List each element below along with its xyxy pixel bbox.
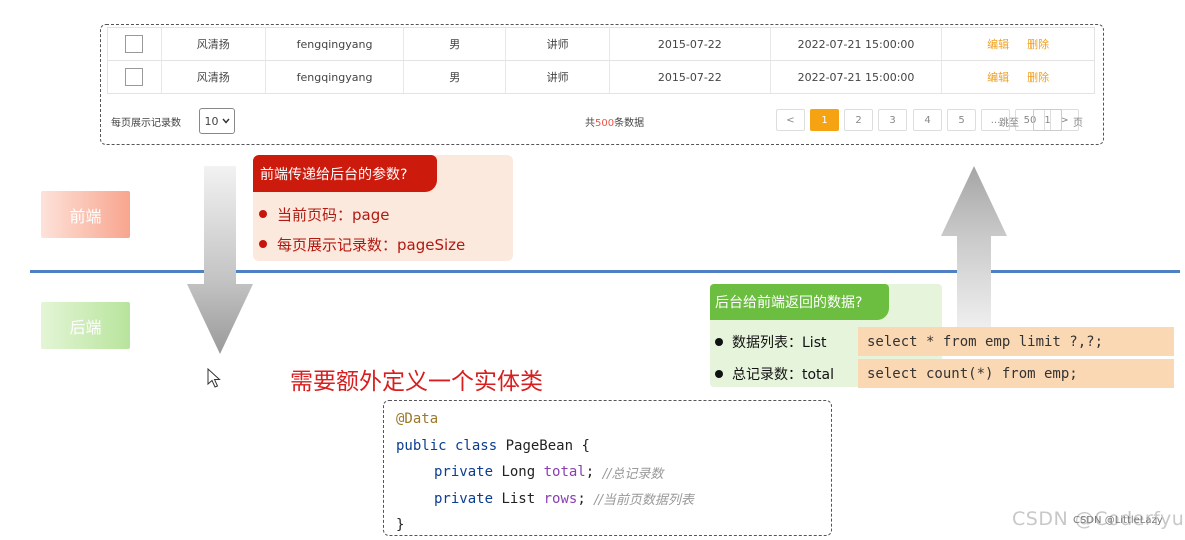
entry-date-cell: 2015-07-22: [610, 28, 771, 60]
backend-label: 后端: [41, 302, 130, 349]
goto-page-input[interactable]: 1: [1033, 109, 1062, 131]
code-text: ;: [585, 464, 603, 481]
code-line: @Data: [396, 406, 831, 433]
total-prefix: 共: [585, 118, 595, 129]
code-text: PageBean {: [497, 437, 590, 454]
table-row: 风清扬 fengqingyang 男 讲师 2015-07-22 2022-07…: [107, 60, 1095, 94]
edit-link[interactable]: 编辑: [987, 36, 1009, 52]
row-select-cell: [108, 61, 162, 93]
code-text: ;: [577, 490, 595, 507]
prev-page-button[interactable]: <: [776, 109, 805, 131]
code-type: List: [493, 490, 544, 507]
code-line: private Long total; //总记录数: [396, 459, 831, 486]
actions-cell: 编辑 删除: [942, 28, 1094, 60]
response-list: 数据列表：List: [732, 335, 827, 351]
pagination-bar: 每页展示记录数 10 共500条数据 < 1 2 3 4 5 ... 50 > …: [111, 108, 1095, 134]
param-page: 当前页码：page: [277, 205, 390, 224]
page-button-2[interactable]: 2: [844, 109, 873, 131]
update-time-cell: 2022-07-21 15:00:00: [771, 61, 943, 93]
page-button-1[interactable]: 1: [810, 109, 839, 131]
code-text: }: [396, 517, 405, 534]
frontend-label: 前端: [41, 191, 130, 238]
sql-query-list: select * from emp limit ?,?;: [858, 327, 1174, 356]
page-size-select[interactable]: 10: [199, 108, 235, 134]
goto-unit-label: 页: [1073, 118, 1083, 129]
bullet-icon: [715, 370, 723, 378]
bullet-icon: [259, 240, 267, 248]
row-checkbox[interactable]: [125, 68, 144, 86]
list-item: 数据列表：List: [715, 326, 834, 358]
code-comment: //总记录数: [602, 466, 664, 482]
name-cell: 风清扬: [162, 28, 266, 60]
goto-label: 跳至: [999, 118, 1019, 129]
gender-cell: 男: [404, 61, 507, 93]
username-cell: fengqingyang: [266, 28, 405, 60]
down-arrow-icon: [187, 166, 253, 354]
request-params-callout: 前端传递给后台的参数? 当前页码：page 每页展示记录数：pageSize: [253, 155, 513, 261]
job-cell: 讲师: [506, 61, 610, 93]
code-annotation: @Data: [396, 411, 439, 428]
code-keyword: private: [434, 464, 494, 481]
edit-link[interactable]: 编辑: [987, 69, 1009, 85]
watermark-small: CSDN @LittleLazy: [1073, 515, 1163, 526]
up-arrow-icon: [941, 166, 1007, 340]
total-records-text: 共500条数据: [585, 114, 644, 129]
code-type: Long: [493, 464, 544, 481]
request-params-list: 当前页码：page 每页展示记录数：pageSize: [259, 199, 465, 259]
total-suffix: 条数据: [614, 118, 645, 129]
list-item: 总记录数：total: [715, 358, 834, 390]
page-button-5[interactable]: 5: [947, 109, 976, 131]
list-item: 每页展示记录数：pageSize: [259, 229, 465, 259]
chevron-down-icon: [221, 118, 230, 124]
delete-link[interactable]: 删除: [1027, 36, 1049, 52]
page-button-4[interactable]: 4: [913, 109, 942, 131]
username-cell: fengqingyang: [266, 61, 405, 93]
page-button-3[interactable]: 3: [878, 109, 907, 131]
response-data-list: 数据列表：List 总记录数：total: [715, 326, 834, 390]
code-keyword: private: [434, 490, 494, 507]
employee-table-panel: 风清扬 fengqingyang 男 讲师 2015-07-22 2022-07…: [100, 24, 1104, 145]
code-comment: //当前页数据列表: [594, 493, 694, 509]
bullet-icon: [715, 338, 723, 346]
page-size-value: 10: [204, 114, 219, 128]
table-row: 风清扬 fengqingyang 男 讲师 2015-07-22 2022-07…: [107, 27, 1095, 61]
code-field: rows: [543, 490, 578, 507]
entity-class-note: 需要额外定义一个实体类: [290, 369, 543, 395]
code-line: }: [396, 512, 831, 539]
row-select-cell: [108, 28, 162, 60]
total-count: 500: [595, 118, 615, 129]
row-checkbox[interactable]: [125, 35, 144, 53]
update-time-cell: 2022-07-21 15:00:00: [771, 28, 943, 60]
list-item: 当前页码：page: [259, 199, 465, 229]
code-line: private List rows; //当前页数据列表: [396, 486, 831, 513]
actions-cell: 编辑 删除: [942, 61, 1094, 93]
sql-query-count: select count(*) from emp;: [858, 359, 1174, 388]
gender-cell: 男: [404, 28, 507, 60]
bullet-icon: [259, 210, 267, 218]
entry-date-cell: 2015-07-22: [610, 61, 771, 93]
job-cell: 讲师: [506, 28, 610, 60]
name-cell: 风清扬: [162, 61, 266, 93]
delete-link[interactable]: 删除: [1027, 69, 1049, 85]
request-params-title: 前端传递给后台的参数?: [253, 155, 437, 192]
mouse-cursor-icon: [207, 368, 221, 388]
param-page-size: 每页展示记录数：pageSize: [277, 235, 466, 254]
pagebean-code-block: @Data public class PageBean { private Lo…: [383, 400, 832, 536]
page-size-label: 每页展示记录数: [111, 118, 181, 129]
code-keyword: public class: [396, 437, 498, 454]
response-total: 总记录数：total: [732, 367, 835, 383]
response-data-title: 后台给前端返回的数据?: [710, 284, 889, 320]
code-line: public class PageBean {: [396, 433, 831, 460]
code-field: total: [543, 464, 586, 481]
